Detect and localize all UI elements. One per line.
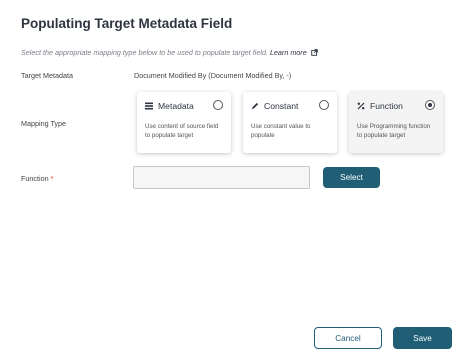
target-metadata-value: Document Modified By (Document Modified … [134,71,292,80]
instruction-body: Select the appropriate mapping type belo… [21,48,268,57]
pencil-icon [252,102,259,109]
mapping-option-function[interactable]: Function Use Programming function to pop… [349,92,443,153]
instruction-text: Select the appropriate mapping type belo… [21,48,318,57]
card-header: Metadata [145,101,194,111]
function-input[interactable] [133,166,310,189]
function-label-text: Function [21,174,49,183]
card-description: Use constant value to populate [251,123,311,139]
target-metadata-label: Target Metadata [21,71,73,80]
mapping-type-label: Mapping Type [21,119,67,128]
mapping-option-metadata[interactable]: Metadata Use content of source field to … [137,92,231,153]
cancel-button[interactable]: Cancel [314,327,382,349]
card-title: Constant [264,101,299,111]
constant-radio[interactable] [319,100,329,110]
function-label: Function * [21,174,53,183]
select-function-button[interactable]: Select [323,167,380,188]
save-button[interactable]: Save [393,327,452,349]
card-title: Function [370,101,403,111]
learn-more-label: Learn more [269,48,307,57]
populate-target-dialog: Populating Target Metadata Field Select … [0,0,474,353]
required-marker: * [50,174,54,183]
percent-function-icon [357,102,365,110]
function-radio[interactable] [425,100,435,110]
list-icon [145,102,153,110]
card-description: Use Programming function to populate tar… [357,123,431,139]
mapping-option-constant[interactable]: Constant Use constant value to populate [243,92,337,153]
metadata-radio[interactable] [213,100,223,110]
dialog-title: Populating Target Metadata Field [21,16,233,31]
card-header: Function [357,101,403,111]
external-link-icon [310,49,318,56]
card-title: Metadata [158,101,194,111]
card-header: Constant [251,101,298,111]
learn-more-link[interactable]: Learn more [270,48,318,57]
card-description: Use content of source field to populate … [145,123,219,139]
